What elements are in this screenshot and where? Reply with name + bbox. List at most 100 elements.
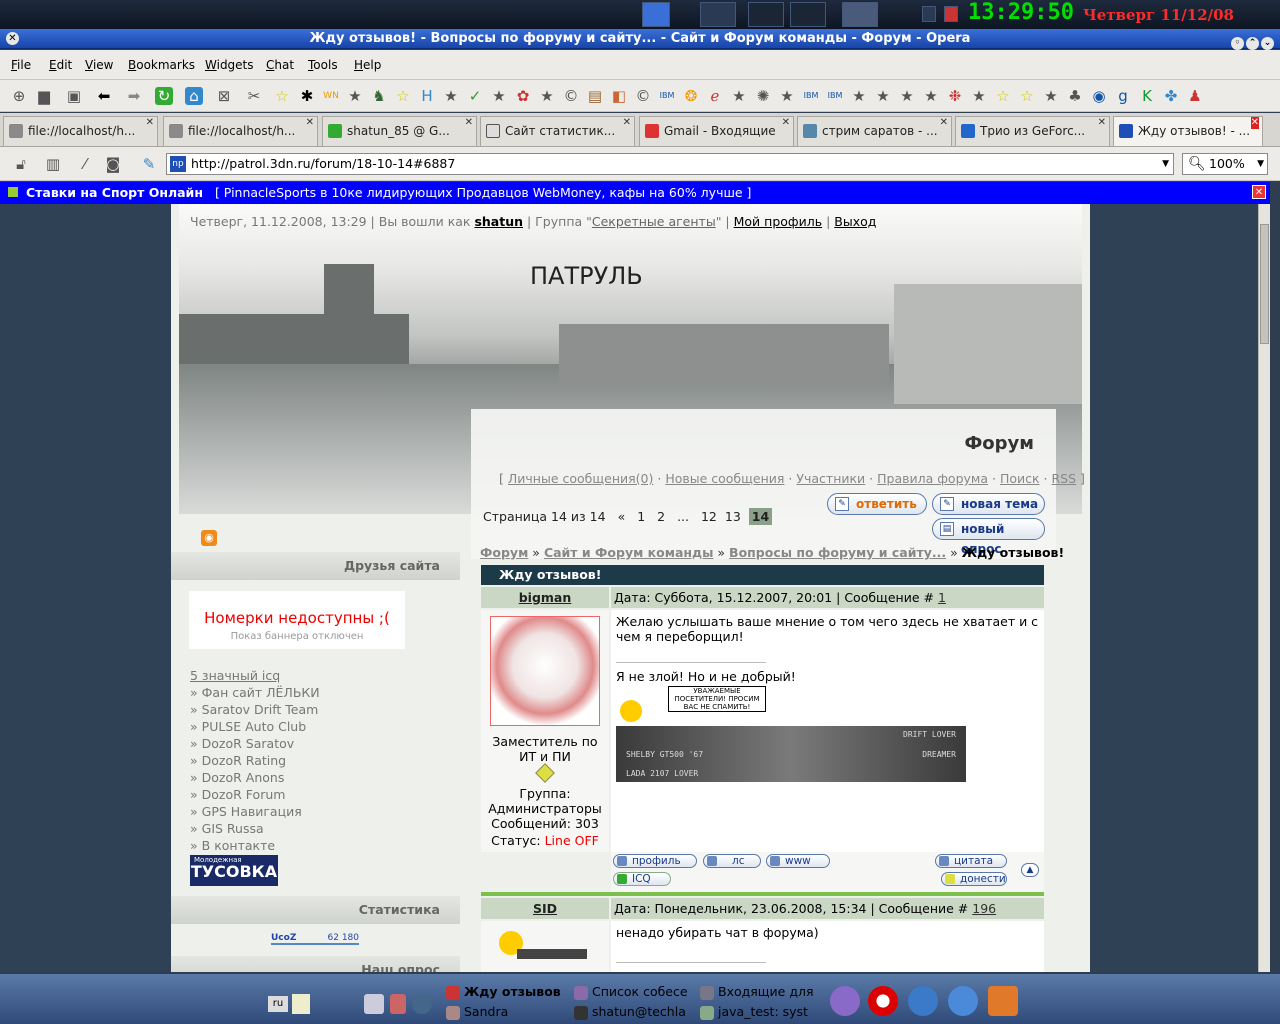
search-link[interactable]: Поиск xyxy=(1000,471,1040,486)
bookmark-icon-14[interactable]: ❉ xyxy=(946,87,964,105)
thunderbird-icon[interactable] xyxy=(908,986,938,1016)
tab-4[interactable]: Сайт статистик... ✕ xyxy=(480,116,635,146)
bookmark-icon-6[interactable]: ✿ xyxy=(514,87,532,105)
task-5[interactable]: shatun@techla xyxy=(574,1004,686,1020)
bookmark-icon-5[interactable]: ✓ xyxy=(466,87,484,105)
friend-link[interactable]: Saratov Drift Team xyxy=(190,702,450,719)
notice-close-icon[interactable]: ✕ xyxy=(1252,185,1266,199)
vertical-scrollbar[interactable] xyxy=(1258,204,1270,972)
browser-launcher-icon[interactable] xyxy=(948,986,978,1016)
power-icon[interactable] xyxy=(944,6,958,22)
forum-rules-link[interactable]: Правила форума xyxy=(877,471,988,486)
menu-edit[interactable]: Edit xyxy=(49,58,72,72)
reload-icon[interactable]: ↻ xyxy=(155,87,173,105)
maximize-icon[interactable]: ⌄ xyxy=(1261,37,1274,50)
tab-close-icon[interactable]: ✕ xyxy=(940,117,948,129)
icq-button[interactable]: ICQ xyxy=(613,872,671,886)
task-2[interactable]: Список собесе xyxy=(574,984,688,1000)
bookmark-icon-12[interactable]: ℯ xyxy=(706,87,724,105)
bookmark-star-icon-11[interactable]: ★ xyxy=(898,87,916,105)
back-icon[interactable]: ⬅ xyxy=(95,87,113,105)
zoom-select[interactable]: 🔍︎ 100% ▼ xyxy=(1182,153,1268,175)
topline-user[interactable]: shatun xyxy=(474,214,523,229)
logout-link[interactable]: Выход xyxy=(834,214,876,229)
friend-link[interactable]: GIS Russa xyxy=(190,821,450,838)
home-folder-icon[interactable] xyxy=(988,986,1018,1016)
tab-close-icon[interactable]: ✕ xyxy=(782,117,790,129)
kde-menu-button[interactable] xyxy=(642,2,670,27)
menu-tools[interactable]: Tools xyxy=(308,58,338,72)
bookmark-icon-18[interactable]: ✤ xyxy=(1162,87,1180,105)
friend-link[interactable]: 5 значный icq xyxy=(190,668,450,685)
menu-bookmarks[interactable]: Bookmarks xyxy=(128,58,195,72)
tab-7[interactable]: Трио из GeForc... ✕ xyxy=(955,116,1110,146)
bookmark-star-icon-8[interactable]: ★ xyxy=(778,87,796,105)
profile-button[interactable]: профиль xyxy=(613,854,697,868)
bookmark-icon-3[interactable]: ♞ xyxy=(370,87,388,105)
task-6[interactable]: java_test: syst xyxy=(700,1004,808,1020)
pager-page[interactable]: 1 xyxy=(637,509,645,524)
rss-icon[interactable]: ◉ xyxy=(201,530,217,546)
pager-prev[interactable]: « xyxy=(618,509,626,524)
bookmark-icon-16[interactable]: ◉ xyxy=(1090,87,1108,105)
quote-button[interactable]: цитата xyxy=(935,854,1007,868)
task-opera[interactable]: Жду отзывов xyxy=(446,984,561,1000)
bookmark-star-icon-14[interactable]: ☆ xyxy=(994,87,1012,105)
tray-icon-a[interactable] xyxy=(922,6,936,22)
pencil-icon[interactable]: ✎ xyxy=(140,155,158,173)
bookmark-icon-15[interactable]: ♣ xyxy=(1066,87,1084,105)
tab-close-icon[interactable]: ✕ xyxy=(306,117,314,129)
topline-group[interactable]: Секретные агенты xyxy=(592,214,716,229)
menu-help[interactable]: Help xyxy=(354,58,381,72)
pager-page[interactable]: 2 xyxy=(657,509,665,524)
menu-widgets[interactable]: Widgets xyxy=(205,58,254,72)
bookmark-star-icon-15[interactable]: ☆ xyxy=(1018,87,1036,105)
tab-close-icon[interactable]: ✕ xyxy=(623,117,631,129)
address-input[interactable]: np http://patrol.3dn.ru/forum/18-10-14#6… xyxy=(166,153,1174,175)
menu-view[interactable]: View xyxy=(85,58,113,72)
new-poll-button[interactable]: ▤ новый опрос xyxy=(932,518,1045,556)
desktop-pager-1[interactable] xyxy=(748,2,784,27)
close-window-icon[interactable]: ✕ xyxy=(6,32,19,45)
post-author[interactable]: bigman xyxy=(481,587,609,608)
keyboard-layout-indicator[interactable]: ru xyxy=(268,996,288,1012)
tray-icon-1[interactable] xyxy=(364,994,384,1014)
minimize-icon[interactable]: ◦ xyxy=(1231,37,1244,50)
tab-close-icon[interactable]: ✕ xyxy=(465,117,473,129)
pidgin-icon[interactable] xyxy=(830,986,860,1016)
friend-link[interactable]: DozoR Anons xyxy=(190,770,450,787)
friend-link[interactable]: DozoR Saratov xyxy=(190,736,450,753)
friend-link[interactable]: DozoR Forum xyxy=(190,787,450,804)
forward-icon[interactable]: ➡ xyxy=(125,87,143,105)
bookmark-icon-1[interactable]: ✱ xyxy=(298,87,316,105)
tray-icon-3[interactable] xyxy=(412,994,432,1014)
new-tab-icon[interactable]: ⊕ xyxy=(10,87,28,105)
breadcrumb-section[interactable]: Сайт и Форум команды xyxy=(544,545,713,560)
home-icon[interactable]: ⌂ xyxy=(185,87,203,105)
bookmark-icon-10[interactable]: © xyxy=(634,87,652,105)
zoom-dropdown-icon[interactable]: ▼ xyxy=(1257,154,1264,174)
rss-link[interactable]: RSS xyxy=(1052,471,1077,486)
terminal-launcher-icon[interactable] xyxy=(700,2,736,27)
friend-link[interactable]: DozoR Rating xyxy=(190,753,450,770)
klipper-icon[interactable] xyxy=(292,994,310,1014)
shade-icon[interactable]: ⌃ xyxy=(1246,37,1259,50)
bookmark-star-icon-9[interactable]: ★ xyxy=(850,87,868,105)
bookmark-icon-4[interactable]: H xyxy=(418,87,436,105)
tab-8-active[interactable]: Жду отзывов! - ... ✕ xyxy=(1113,116,1263,146)
ucoz-counter[interactable]: UcoZ 62 180 xyxy=(271,933,359,945)
bookmark-star-icon-16[interactable]: ★ xyxy=(1042,87,1060,105)
wand-icon[interactable]: ⁄ xyxy=(76,155,94,173)
bookmark-star-icon-4[interactable]: ★ xyxy=(442,87,460,105)
friend-link[interactable]: Фан сайт ЛЁЛЬКИ xyxy=(190,685,450,702)
scrollbar-thumb[interactable] xyxy=(1260,224,1269,344)
post-number-link[interactable]: 196 xyxy=(972,901,996,916)
bookmark-icon-17[interactable]: K xyxy=(1138,87,1156,105)
bookmark-star-icon-13[interactable]: ★ xyxy=(970,87,988,105)
bookmark-star-icon-3[interactable]: ☆ xyxy=(394,87,412,105)
bookmark-star-icon-2[interactable]: ★ xyxy=(346,87,364,105)
tab-2[interactable]: file://localhost/h... ✕ xyxy=(163,116,318,146)
tab-3[interactable]: shatun_85 @ G... ✕ xyxy=(322,116,477,146)
new-messages-link[interactable]: Новые сообщения xyxy=(665,471,784,486)
tab-5[interactable]: Gmail - Входящие ✕ xyxy=(639,116,794,146)
